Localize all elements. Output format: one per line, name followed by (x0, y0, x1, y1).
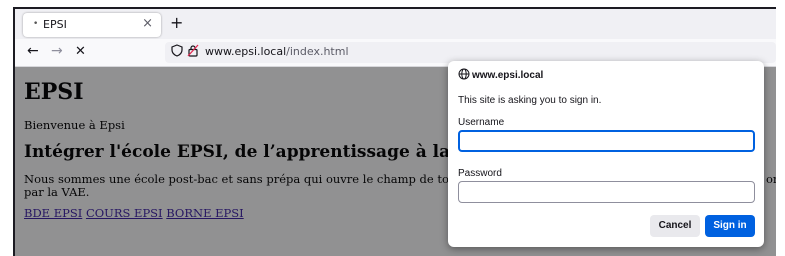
username-label: Username (458, 117, 505, 128)
tab-title: EPSI (43, 18, 67, 31)
url-path: /index.html (286, 45, 349, 58)
dialog-message: This site is asking you to sign in. (458, 95, 602, 106)
forward-icon[interactable]: → (51, 43, 63, 59)
insecure-lock-icon[interactable] (187, 44, 199, 60)
back-icon[interactable]: ← (27, 43, 39, 59)
close-tab-icon[interactable]: × (142, 16, 153, 31)
tab-favicon-icon: • (33, 19, 39, 29)
stop-icon[interactable]: ✕ (75, 44, 86, 59)
globe-icon (458, 68, 470, 83)
url-host: www.epsi.local (205, 45, 287, 58)
username-input[interactable] (458, 130, 755, 152)
tab-epsi[interactable]: • EPSI × (23, 13, 161, 37)
url-bar[interactable]: www.epsi.local/index.html (165, 42, 776, 63)
cancel-button[interactable]: Cancel (650, 215, 700, 237)
new-tab-button[interactable]: + (170, 13, 183, 32)
sign-in-dialog: www.epsi.local This site is asking you t… (448, 61, 764, 247)
password-input[interactable] (458, 181, 755, 203)
dialog-host: www.epsi.local (472, 70, 544, 81)
password-label: Password (458, 168, 502, 179)
shield-icon[interactable] (171, 44, 183, 60)
sign-in-button[interactable]: Sign in (705, 215, 755, 237)
url-text: www.epsi.local/index.html (205, 45, 349, 58)
browser-window: • EPSI × + ← → ✕ www.epsi.local/index.ht… (13, 7, 776, 256)
tab-strip: • EPSI × + (15, 9, 776, 39)
